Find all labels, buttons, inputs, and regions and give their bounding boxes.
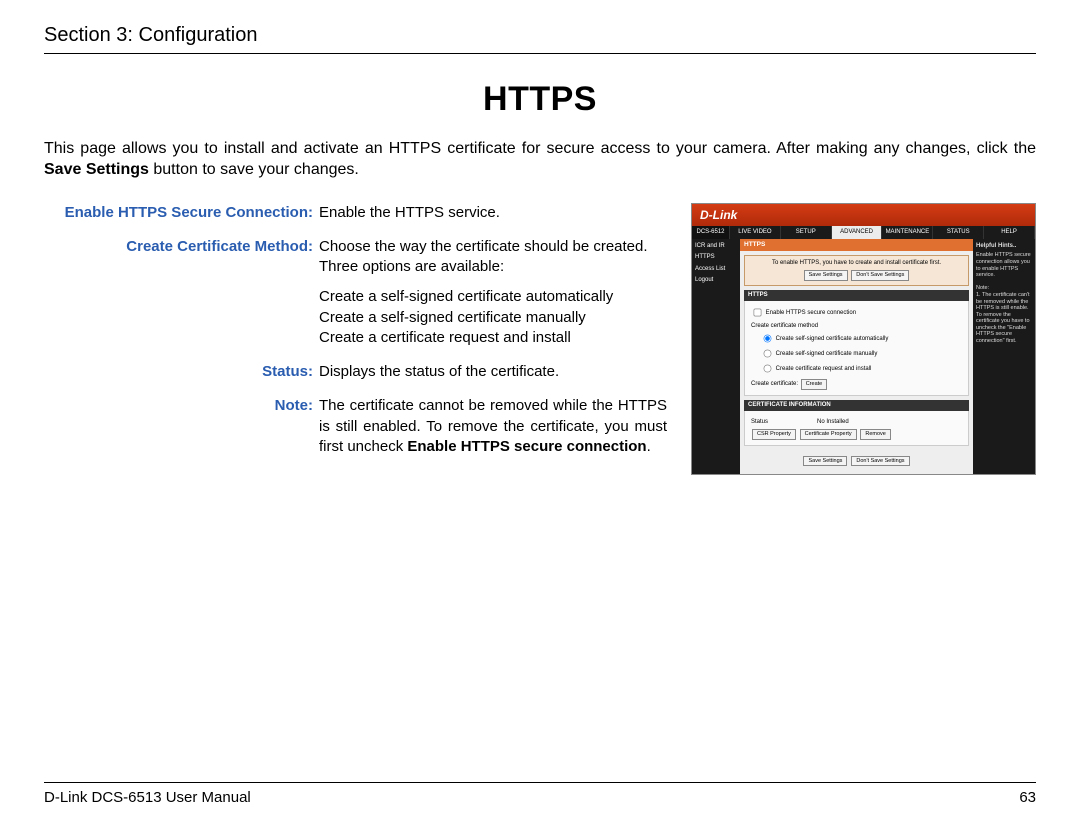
definition-list: Enable HTTPS Secure Connection: Enable t… [44,203,667,476]
intro-post: button to save your changes. [149,161,359,178]
enable-https-checkbox[interactable] [754,309,762,317]
remove-button[interactable]: Remove [860,429,890,440]
footer-left: D-Link DCS-6513 User Manual [44,789,251,806]
enable-https-label: Enable HTTPS secure connection [766,310,856,316]
def-status-body: Displays the status of the certificate. [319,362,667,382]
def-method: Create Certificate Method: Choose the wa… [44,237,667,348]
dont-save-settings-button-bottom[interactable]: Don't Save Settings [851,456,909,467]
save-settings-button-bottom[interactable]: Save Settings [803,456,847,467]
def-note-bold: Enable HTTPS secure connection [407,438,646,455]
notice-text: To enable HTTPS, you have to create and … [749,260,964,267]
intro-paragraph: This page allows you to install and acti… [44,139,1036,181]
help-body2: 1. The certificate can't be removed whil… [976,292,1030,344]
def-status: Status: Displays the status of the certi… [44,362,667,382]
radio-request-label: Create certificate request and install [776,366,872,372]
page-title: HTTPS [44,80,1036,119]
https-section-bar: HTTPS [744,290,969,301]
cert-status-value: No Installed [817,419,849,426]
create-cert-label: Create certificate: [751,381,798,387]
model-label: DCS-6512 [692,226,730,239]
def-method-options: Create a self-signed certificate automat… [319,287,667,348]
tab-maintenance[interactable]: MAINTENANCE [882,226,933,239]
def-note-body: The certificate cannot be removed while … [319,396,667,457]
radio-auto-label: Create self-signed certificate automatic… [776,336,889,342]
side-nav: ICR and IR HTTPS Access List Logout [692,239,740,474]
brand-bar: D-Link [692,204,1035,226]
cert-status-key: Status [751,419,803,426]
nav-logout[interactable]: Logout [695,277,737,284]
create-method-heading: Create certificate method [751,323,962,330]
radio-request[interactable] [764,365,772,373]
header-rule: Section 3: Configuration [44,24,1036,54]
def-method-label: Create Certificate Method: [44,237,319,348]
cert-info-bar: CERTIFICATE INFORMATION [744,400,969,411]
def-enable: Enable HTTPS Secure Connection: Enable t… [44,203,667,223]
tab-bar: DCS-6512 LIVE VIDEO SETUP ADVANCED MAINT… [692,226,1035,239]
tab-setup[interactable]: SETUP [781,226,832,239]
radio-manual-label: Create self-signed certificate manually [776,351,878,357]
create-button[interactable]: Create [801,379,828,390]
nav-https[interactable]: HTTPS [695,254,737,261]
banner-title: HTTPS [740,239,973,251]
nav-icr[interactable]: ICR and IR [695,243,737,250]
nav-access-list[interactable]: Access List [695,266,737,273]
certificate-property-button[interactable]: Certificate Property [800,429,857,440]
enable-https-row: Enable HTTPS secure connection [751,306,962,319]
def-note-label: Note: [44,396,319,457]
tab-advanced[interactable]: ADVANCED [832,226,883,239]
embedded-screenshot: D-Link DCS-6512 LIVE VIDEO SETUP ADVANCE… [691,203,1036,476]
intro-bold: Save Settings [44,161,149,178]
help-panel: Helpful Hints.. Enable HTTPS secure conn… [973,239,1035,474]
help-title: Helpful Hints.. [976,243,1032,250]
footer-page-number: 63 [1019,789,1036,806]
def-note-post: . [647,438,651,455]
help-note: Note: [976,285,989,291]
def-method-opt1: Create a self-signed certificate automat… [319,288,613,305]
def-note: Note: The certificate cannot be removed … [44,396,667,457]
dont-save-settings-button-top[interactable]: Don't Save Settings [851,270,909,281]
tab-status[interactable]: STATUS [933,226,984,239]
notice-box: To enable HTTPS, you have to create and … [744,255,969,286]
def-method-lead: Choose the way the certificate should be… [319,237,667,278]
def-enable-body: Enable the HTTPS service. [319,203,667,223]
radio-manual[interactable] [764,350,772,358]
save-settings-button-top[interactable]: Save Settings [804,270,848,281]
tab-help[interactable]: HELP [984,226,1035,239]
section-header: Section 3: Configuration [44,24,1036,47]
def-status-label: Status: [44,362,319,382]
def-enable-label: Enable HTTPS Secure Connection: [44,203,319,223]
csr-property-button[interactable]: CSR Property [752,429,796,440]
main-panel: HTTPS To enable HTTPS, you have to creat… [740,239,973,474]
tab-live-video[interactable]: LIVE VIDEO [730,226,781,239]
def-method-opt3: Create a certificate request and install [319,329,571,346]
def-method-opt2: Create a self-signed certificate manuall… [319,309,586,326]
intro-pre: This page allows you to install and acti… [44,140,1036,157]
page-footer: D-Link DCS-6513 User Manual 63 [44,782,1036,806]
radio-auto[interactable] [764,335,772,343]
